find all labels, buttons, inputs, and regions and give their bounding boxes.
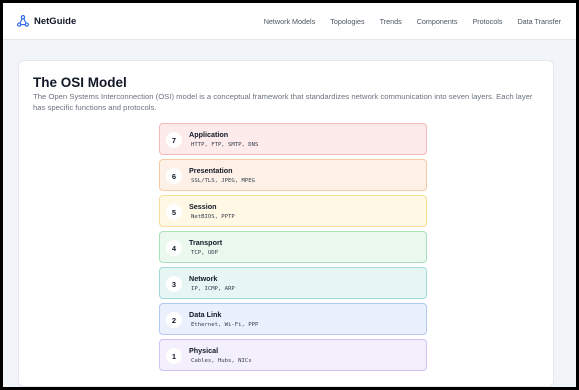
nav-link-network-models[interactable]: Network Models [264,17,316,26]
layer-card-transport[interactable]: 4 Transport TCP, UDP [159,231,427,263]
layer-name: Physical [189,346,219,355]
layer-protocols: TCP, UDP [191,250,218,256]
top-navbar: NetGuide Network Models Topologies Trend… [3,3,576,40]
osi-model-card: The OSI Model The Open Systems Interconn… [18,60,554,387]
layer-card-session[interactable]: 5 Session NetBIOS, PPTP [159,195,427,227]
layer-name: Network [189,274,218,283]
layer-protocols: Ethernet, Wi-Fi, PPP [191,322,259,328]
layer-number-badge: 6 [166,168,182,184]
layer-number-badge: 3 [166,276,182,292]
layer-protocols: NetBIOS, PPTP [191,214,235,220]
page-title: The OSI Model [33,75,127,90]
layer-name: Presentation [189,166,233,175]
layer-protocols: SSL/TLS, JPEG, MPEG [191,178,255,184]
layer-name: Session [189,202,217,211]
layer-card-presentation[interactable]: 6 Presentation SSL/TLS, JPEG, MPEG [159,159,427,191]
layer-name: Application [189,130,229,139]
browser-viewport: NetGuide Network Models Topologies Trend… [3,3,576,387]
layer-card-physical[interactable]: 1 Physical Cables, Hubs, NICs [159,339,427,371]
layer-card-application[interactable]: 7 Application HTTP, FTP, SMTP, DNS [159,123,427,155]
nav-link-components[interactable]: Components [417,17,458,26]
nav-links: Network Models Topologies Trends Compone… [249,17,561,26]
layer-card-network[interactable]: 3 Network IP, ICMP, ARP [159,267,427,299]
layer-protocols: IP, ICMP, ARP [191,286,235,292]
page-description: The Open Systems Interconnection (OSI) m… [33,92,533,112]
nav-link-topologies[interactable]: Topologies [330,17,364,26]
network-nodes-icon [17,15,29,27]
layer-protocols: HTTP, FTP, SMTP, DNS [191,142,259,148]
layer-number-badge: 7 [166,132,182,148]
brand-logo[interactable]: NetGuide [17,15,76,27]
layer-number-badge: 1 [166,348,182,364]
layer-protocols: Cables, Hubs, NICs [191,358,252,364]
osi-layer-stack: 7 Application HTTP, FTP, SMTP, DNS 6 Pre… [159,123,427,375]
layer-number-badge: 5 [166,204,182,220]
layer-name: Transport [189,238,223,247]
layer-name: Data Link [189,310,222,319]
nav-link-protocols[interactable]: Protocols [472,17,502,26]
nav-link-data-transfer[interactable]: Data Transfer [517,17,561,26]
nav-link-trends[interactable]: Trends [380,17,402,26]
layer-card-data-link[interactable]: 2 Data Link Ethernet, Wi-Fi, PPP [159,303,427,335]
layer-number-badge: 2 [166,312,182,328]
brand-name: NetGuide [34,15,77,27]
layer-number-badge: 4 [166,240,182,256]
